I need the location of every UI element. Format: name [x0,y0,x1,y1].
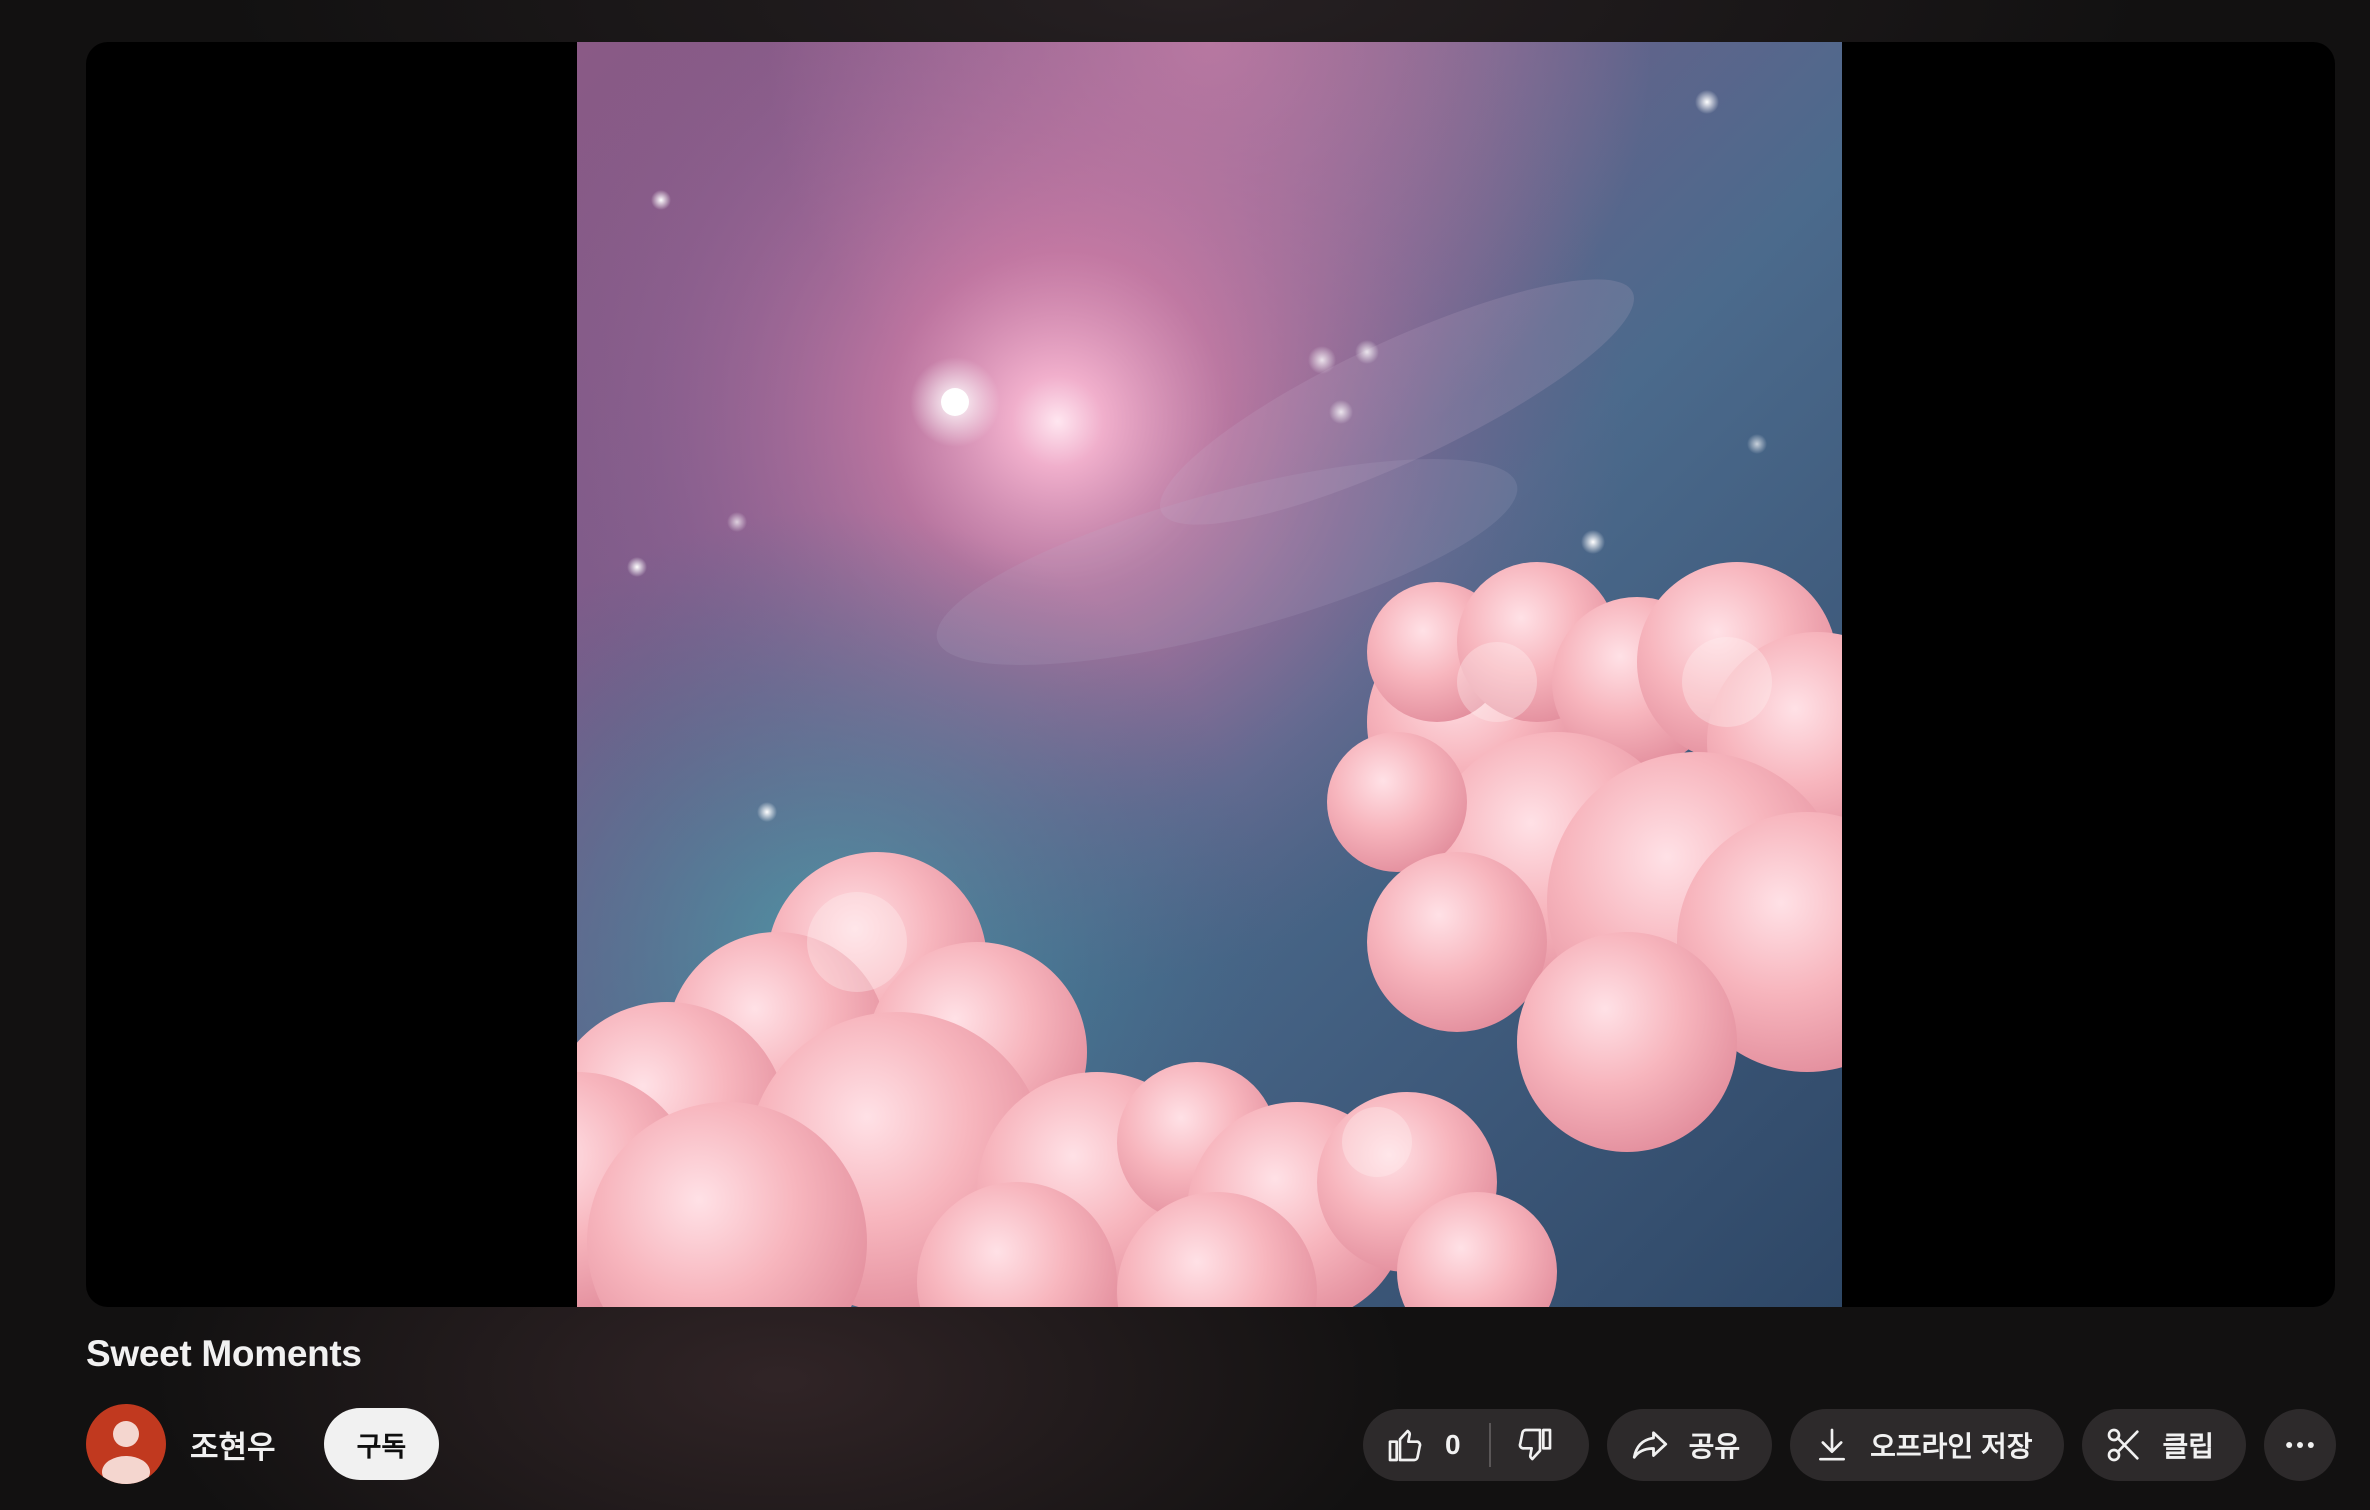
action-bar: 0 공유 오프라인 저장 클립 [1363,1409,2336,1481]
thumbs-up-icon [1388,1429,1422,1462]
download-button[interactable]: 오프라인 저장 [1790,1409,2065,1481]
clip-label: 클립 [2162,1431,2214,1462]
download-icon [1819,1428,1846,1461]
more-horizontal-icon [2286,1442,2314,1448]
avatar[interactable] [86,1404,166,1484]
channel-name[interactable]: 조현우 [190,1422,276,1467]
dislike-button[interactable] [1491,1409,1589,1481]
thumbs-down-icon [1518,1428,1551,1461]
subscribe-button[interactable]: 구독 [323,1408,440,1480]
watch-page: Sweet Moments 조현우 구독 0 공유 오프라인 저장 클립 [0,0,2370,1510]
clip-button[interactable]: 클립 [2082,1409,2246,1481]
scissors-icon [2108,1428,2140,1462]
owner-row: 조현우 구독 [86,1404,440,1484]
video-player[interactable] [86,42,2335,1307]
video-thumbnail-image [577,42,1842,1307]
share-arrow-icon [1632,1431,1667,1459]
video-frame[interactable] [577,42,1842,1307]
share-button[interactable]: 공유 [1606,1409,1773,1481]
video-title: Sweet Moments [86,1333,362,1374]
like-dislike-group: 0 [1363,1409,1589,1481]
share-label: 공유 [1688,1431,1741,1462]
like-button[interactable]: 0 [1363,1409,1489,1481]
download-label: 오프라인 저장 [1870,1431,2033,1462]
like-count: 0 [1445,1429,1461,1460]
more-actions-button[interactable] [2264,1409,2336,1481]
default-avatar-icon [102,1421,150,1484]
